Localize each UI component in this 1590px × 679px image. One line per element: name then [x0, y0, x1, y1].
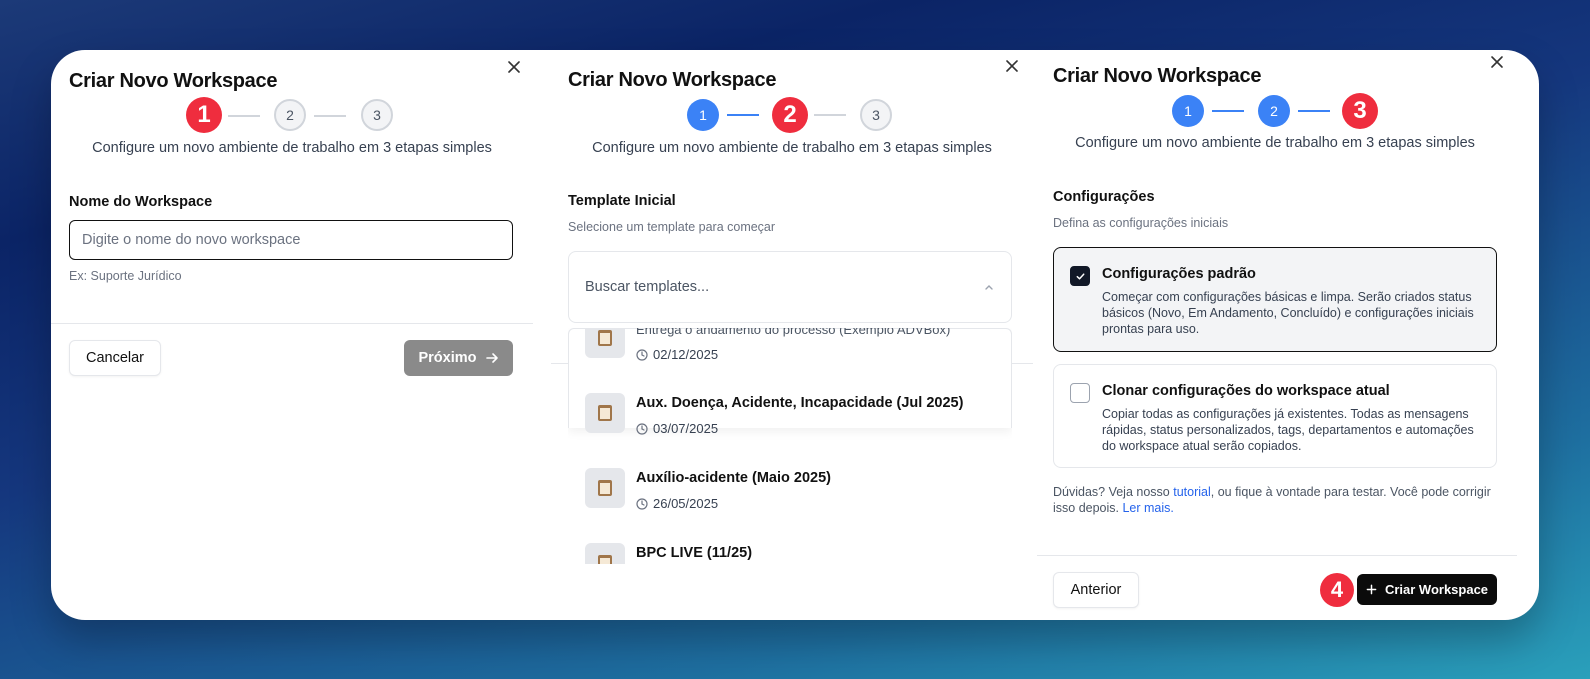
step-indicator-2: 2	[274, 99, 306, 131]
divider	[1037, 555, 1517, 556]
dialog-subtitle: Configure um novo ambiente de trabalho e…	[592, 140, 992, 156]
template-date-text: 03/07/2025	[653, 421, 719, 436]
template-name: Auxílio-acidente (Maio 2025)	[636, 470, 831, 486]
workspace-wizard-card: Criar Novo Workspace 1 2 3 Configure um …	[51, 50, 1539, 620]
workspace-name-hint: Ex: Suporte Jurídico	[69, 269, 182, 283]
dialog-title: Criar Novo Workspace	[1053, 65, 1262, 87]
tutorial-link[interactable]: tutorial	[1173, 485, 1211, 499]
config-label: Configurações	[1053, 189, 1155, 205]
divider	[551, 363, 568, 364]
step-connector	[228, 115, 260, 117]
template-date: 03/07/2025	[636, 421, 718, 436]
step-indicator-3: 3	[1342, 93, 1378, 129]
template-name: Aux. Doença, Acidente, Incapacidade (Jul…	[636, 395, 964, 411]
step-indicator-3: 3	[860, 99, 892, 131]
dialog-subtitle: Configure um novo ambiente de trabalho e…	[1075, 135, 1475, 151]
option-default-config[interactable]: Configurações padrão Começar com configu…	[1053, 247, 1497, 352]
option-desc: Começar com configurações básicas e limp…	[1102, 290, 1474, 336]
step2-dialog: Criar Novo Workspace 1 2 3 Configure um …	[551, 50, 1033, 620]
check-icon	[1076, 272, 1084, 280]
step-connector	[814, 114, 846, 116]
step-indicator-1: 1	[1172, 95, 1204, 127]
calendar-icon	[585, 468, 625, 508]
template-date-text: 26/05/2025	[653, 496, 719, 511]
step-connector	[1212, 110, 1244, 112]
calendar-icon	[585, 543, 625, 564]
step-indicator-3: 3	[361, 99, 393, 131]
annotation-badge: 4	[1320, 573, 1354, 607]
dialog-subtitle: Configure um novo ambiente de trabalho e…	[92, 140, 492, 156]
template-date: 02/12/2025	[636, 347, 718, 362]
step-indicator-1: 1	[687, 99, 719, 131]
template-date-text: 02/12/2025	[653, 347, 719, 362]
template-desc: Entrega o andamento do processo (Exemplo…	[636, 328, 951, 337]
plus-icon	[1366, 584, 1377, 595]
dialog-title: Criar Novo Workspace	[568, 69, 777, 91]
option-desc: Copiar todas as configurações já existen…	[1102, 407, 1474, 453]
help-prefix: Dúvidas? Veja nosso	[1053, 485, 1174, 499]
step-indicator-2: 2	[1258, 95, 1290, 127]
close-icon[interactable]	[507, 60, 521, 74]
template-date: 26/05/2025	[636, 496, 718, 511]
next-button-label: Próximo	[418, 350, 477, 366]
workspace-name-input[interactable]	[69, 220, 513, 260]
step-indicator-2: 2	[772, 97, 808, 133]
checkbox-default-config[interactable]	[1070, 266, 1090, 286]
template-list: Entrega o andamento do processo (Exemplo…	[568, 328, 1012, 564]
clock-icon	[636, 497, 648, 510]
divider	[51, 323, 533, 324]
template-item[interactable]: Aux. Doença, Acidente, Incapacidade (Jul…	[568, 393, 1012, 468]
option-title: Clonar configurações do workspace atual	[1102, 383, 1390, 399]
template-item[interactable]: BPC LIVE (11/25)	[568, 543, 1012, 564]
option-title: Configurações padrão	[1102, 266, 1256, 282]
option-clone-config[interactable]: Clonar configurações do workspace atual …	[1053, 364, 1497, 468]
step-connector	[314, 115, 346, 117]
create-workspace-label: Criar Workspace	[1384, 582, 1489, 597]
chevron-up-icon[interactable]	[983, 281, 995, 293]
template-name: BPC LIVE (11/25)	[636, 545, 753, 561]
read-more-link[interactable]: Ler mais.	[1122, 501, 1173, 515]
config-hint: Defina as configurações iniciais	[1053, 216, 1229, 230]
step-indicator-1: 1	[186, 97, 222, 133]
close-icon[interactable]	[1490, 55, 1504, 69]
workspace-name-label: Nome do Workspace	[69, 194, 213, 210]
divider	[1012, 363, 1033, 364]
back-button[interactable]: Anterior	[1053, 572, 1139, 608]
step1-dialog: Criar Novo Workspace 1 2 3 Configure um …	[51, 50, 533, 620]
step3-dialog: Criar Novo Workspace 1 2 3 Configure um …	[1037, 50, 1517, 620]
step-connector	[727, 114, 759, 116]
template-label: Template Inicial	[568, 193, 676, 209]
next-button[interactable]: Próximo	[404, 340, 513, 376]
template-item[interactable]: Auxílio-acidente (Maio 2025) 26/05/2025	[568, 468, 1012, 543]
clock-icon	[636, 422, 648, 435]
template-item[interactable]: Entrega o andamento do processo (Exemplo…	[568, 328, 1012, 393]
help-text: Dúvidas? Veja nosso tutorial, ou fique à…	[1053, 484, 1493, 516]
arrow-right-icon	[485, 353, 498, 363]
dialog-title: Criar Novo Workspace	[69, 70, 278, 92]
create-workspace-button[interactable]: Criar Workspace	[1357, 574, 1497, 605]
close-icon[interactable]	[1005, 59, 1019, 73]
template-search-input[interactable]	[585, 279, 945, 295]
calendar-icon	[585, 328, 625, 358]
template-hint: Selecione um template para começar	[568, 220, 776, 234]
cancel-button[interactable]: Cancelar	[69, 340, 161, 376]
clock-icon	[636, 348, 648, 361]
calendar-icon	[585, 393, 625, 433]
step-connector	[1298, 110, 1330, 112]
template-search-combobox[interactable]	[568, 251, 1012, 323]
checkbox-clone-config[interactable]	[1070, 383, 1090, 403]
